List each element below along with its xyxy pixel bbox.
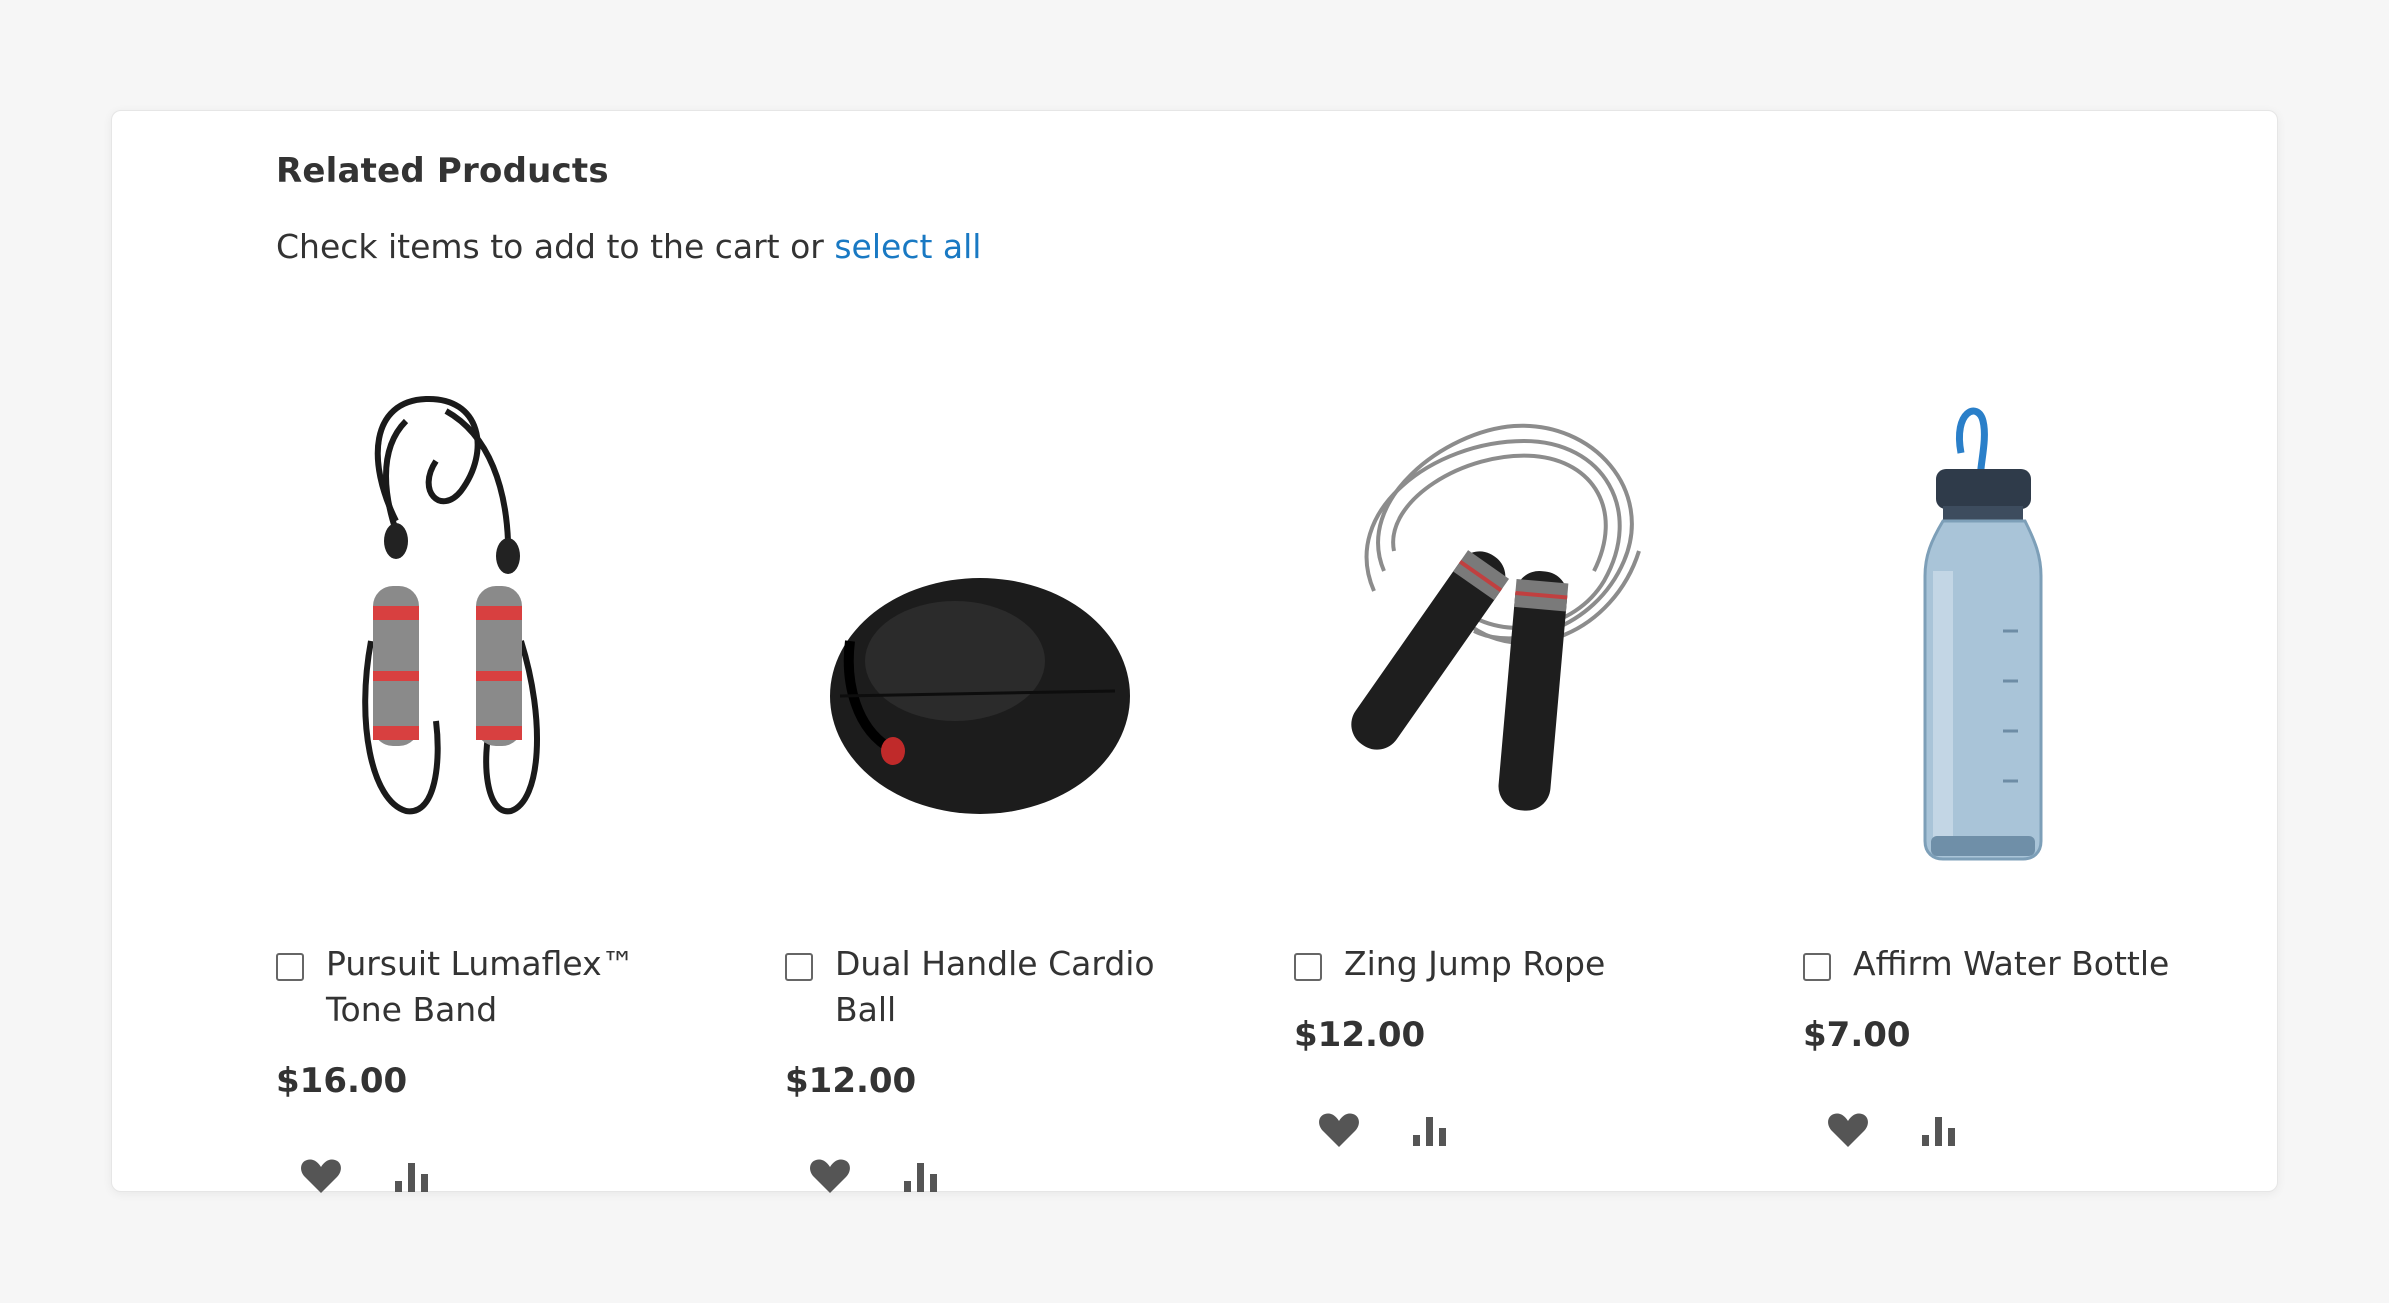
product-actions — [1314, 1105, 1514, 1155]
product-photo-link[interactable] — [276, 341, 636, 901]
heart-icon[interactable] — [805, 1151, 855, 1201]
product-item: Zing Jump Rope $12.00 — [1294, 341, 1694, 1147]
select-all-link[interactable]: select all — [834, 227, 981, 266]
tone-band-image — [362, 395, 541, 815]
add-to-cart-checkbox[interactable] — [276, 953, 304, 981]
add-to-cart-checkbox[interactable] — [1803, 953, 1831, 981]
product-actions — [1823, 1105, 2023, 1155]
heart-icon[interactable] — [1823, 1105, 1873, 1155]
water-bottle-image — [1923, 407, 2043, 861]
product-name[interactable]: Dual Handle Cardio Ball — [835, 941, 1175, 1033]
cardio-ball-image — [830, 578, 1130, 814]
product-name[interactable]: Zing Jump Rope — [1344, 941, 1684, 987]
heart-icon[interactable] — [296, 1151, 346, 1201]
product-photo-link[interactable] — [1294, 341, 1654, 901]
compare-bars-icon[interactable] — [1406, 1105, 1456, 1155]
product-actions — [296, 1151, 496, 1201]
heart-icon[interactable] — [1314, 1105, 1364, 1155]
add-to-cart-checkbox[interactable] — [1294, 953, 1322, 981]
product-photo-link[interactable] — [1803, 341, 2163, 901]
product-item: Dual Handle Cardio Ball $12.00 — [785, 341, 1185, 1193]
compare-bars-icon[interactable] — [897, 1151, 947, 1201]
block-actions: Check items to add to the cart or select… — [276, 227, 981, 266]
jump-rope-image — [1351, 423, 1641, 811]
compare-bars-icon[interactable] — [1915, 1105, 1965, 1155]
product-item: Pursuit Lumaflex™ Tone Band $16.00 — [276, 341, 676, 1193]
related-products-block: Related Products Check items to add to t… — [111, 110, 2278, 1193]
block-title: Related Products — [276, 151, 609, 191]
product-price: $12.00 — [785, 1061, 917, 1101]
product-price: $16.00 — [276, 1061, 408, 1101]
product-name[interactable]: Pursuit Lumaflex™ Tone Band — [326, 941, 666, 1033]
product-item: Affirm Water Bottle $7.00 — [1803, 341, 2203, 1147]
block-actions-text: Check items to add to the cart or — [276, 227, 824, 266]
add-to-cart-checkbox[interactable] — [785, 953, 813, 981]
product-name[interactable]: Affirm Water Bottle — [1853, 941, 2193, 987]
product-price: $7.00 — [1803, 1015, 1911, 1055]
product-photo-link[interactable] — [785, 341, 1145, 901]
compare-bars-icon[interactable] — [388, 1151, 438, 1201]
product-actions — [805, 1151, 1005, 1201]
product-price: $12.00 — [1294, 1015, 1426, 1055]
